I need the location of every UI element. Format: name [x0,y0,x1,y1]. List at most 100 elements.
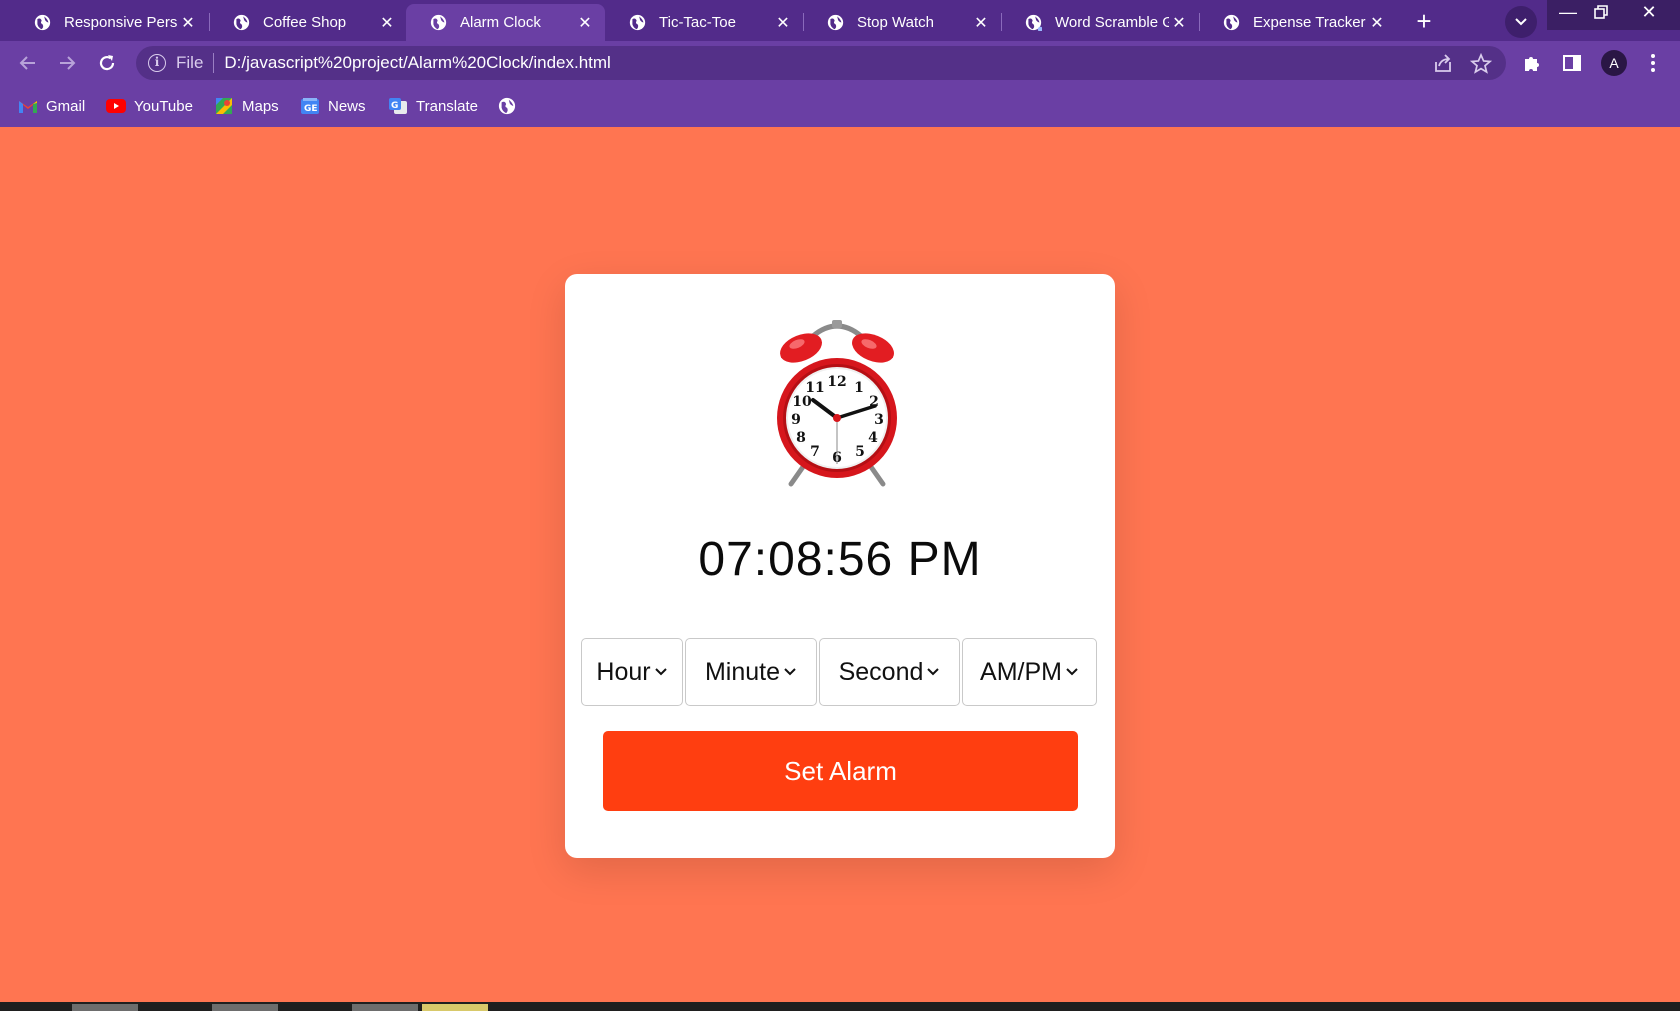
minute-select[interactable]: Minute [685,638,817,706]
svg-text:10: 10 [792,394,812,410]
back-arrow-icon[interactable] [14,49,42,77]
chevron-down-icon [784,668,796,676]
chevron-down-icon [654,668,667,676]
svg-text:7: 7 [810,444,820,460]
news-icon: GE [300,97,320,115]
second-select[interactable]: Second [819,638,960,706]
bookmark-label: YouTube [134,97,193,115]
maps-icon [214,97,234,115]
scheme-label: File [176,53,204,72]
hour-select-value: Hour [596,657,651,686]
bookmark-label: Translate [416,97,478,115]
tab-stop-watch[interactable]: Stop Watch ✕ [803,4,1001,41]
minute-select-value: Minute [704,657,781,686]
youtube-icon [106,97,126,115]
svg-text:5: 5 [855,444,865,460]
site-info-icon[interactable]: i [148,54,166,72]
tab-close-icon[interactable]: ✕ [575,13,595,33]
bookmark-star-icon[interactable] [1470,53,1492,75]
address-divider [213,53,215,73]
svg-text:8: 8 [796,430,806,446]
svg-text:4: 4 [868,430,878,446]
ampm-select-value: AM/PM [980,657,1062,686]
svg-text:11: 11 [805,380,824,396]
tab-coffee-shop[interactable]: Coffee Shop ✕ [209,4,407,41]
globe-icon [497,97,517,115]
svg-text:12: 12 [827,374,846,390]
tab-title: Word Scramble G [1055,14,1169,31]
globe-icon [34,14,51,31]
tab-title: Coffee Shop [263,14,347,31]
globe-icon [1223,14,1240,31]
alarm-time-selectors: Hour Minute Second AM/PM [581,638,1099,706]
extensions-puzzle-icon[interactable] [1519,50,1545,76]
tab-close-icon[interactable]: ✕ [971,13,991,33]
taskbar-item[interactable] [212,1004,278,1011]
tab-strip: Responsive Person ✕ Coffee Shop ✕ Alarm … [0,0,1680,41]
chevron-down-icon [1515,18,1527,26]
address-bar[interactable]: i File D:/javascript%20project/Alarm%20C… [136,46,1506,80]
tab-title: Alarm Clock [460,14,541,31]
close-window-icon[interactable]: ✕ [1628,0,1670,24]
taskbar-item[interactable] [352,1004,418,1011]
gmail-icon [18,97,38,115]
svg-text:G: G [391,101,398,111]
tab-expense-tracker[interactable]: Expense Tracker ✕ [1199,4,1397,41]
tab-title: Stop Watch [857,14,934,31]
second-select-value: Second [838,657,924,686]
side-panel-icon[interactable] [1559,50,1585,76]
bookmark-translate[interactable]: G Translate [388,96,478,116]
globe-icon [233,14,250,31]
bookmark-globe[interactable] [497,96,525,116]
svg-text:9: 9 [791,412,801,428]
globe-icon [827,14,844,31]
bookmark-label: News [328,97,366,115]
tab-search-button[interactable] [1505,6,1537,38]
tab-title: Responsive Person [64,14,178,31]
bookmark-youtube[interactable]: YouTube [106,96,193,116]
new-tab-plus-icon[interactable]: + [1410,8,1438,36]
share-icon[interactable] [1432,53,1454,75]
svg-text:1: 1 [854,380,864,396]
chevron-down-icon [1066,668,1078,676]
menu-kebab-icon[interactable] [1640,50,1666,76]
globe-icon [430,14,447,31]
tab-close-icon[interactable]: ✕ [178,13,198,33]
bookmark-label: Maps [242,97,279,115]
tab-close-icon[interactable]: ✕ [773,13,793,33]
svg-text:GE: GE [304,104,318,114]
forward-arrow-icon[interactable] [53,49,81,77]
tab-tic-tac-toe[interactable]: Tic-Tac-Toe ✕ [605,4,803,41]
restore-icon[interactable] [1580,0,1622,24]
tab-responsive-person[interactable]: Responsive Person ✕ [10,4,208,41]
tab-title: Expense Tracker [1253,14,1366,31]
bookmark-maps[interactable]: Maps [214,96,279,116]
tab-close-icon[interactable]: ✕ [377,13,397,33]
bookmarks-bar: Gmail YouTube Maps GE News G Translate [0,85,1680,127]
bookmark-label: Gmail [46,97,86,115]
tab-close-icon[interactable]: ✕ [1169,13,1189,33]
chevron-down-icon [927,668,940,676]
set-alarm-button[interactable]: Set Alarm [603,731,1078,811]
bookmark-gmail[interactable]: Gmail [18,96,85,116]
tab-close-icon[interactable]: ✕ [1367,13,1387,33]
ampm-select[interactable]: AM/PM [962,638,1097,706]
alarm-clock-icon: 12 1 2 3 4 5 6 7 8 9 10 11 [777,320,897,487]
tab-title: Tic-Tac-Toe [659,14,736,31]
alarm-card: 12 1 2 3 4 5 6 7 8 9 10 11 07:08:56 PM H… [565,274,1115,858]
current-time-display: 07:08:56 PM [698,533,982,586]
bookmark-news[interactable]: GE News [300,96,366,116]
tab-word-scramble[interactable]: Word Scramble G ✕ [1001,4,1199,41]
translate-icon: G [388,97,408,115]
reload-icon[interactable] [93,49,121,77]
browser-toolbar: i File D:/javascript%20project/Alarm%20C… [0,41,1680,85]
url-text[interactable]: D:/javascript%20project/Alarm%20Clock/in… [224,53,610,73]
tab-alarm-clock[interactable]: Alarm Clock ✕ [406,4,605,41]
globe-icon [1025,14,1042,31]
svg-text:3: 3 [874,412,884,428]
globe-icon [629,14,646,31]
hour-select[interactable]: Hour [581,638,683,706]
taskbar-item[interactable] [422,1004,488,1011]
profile-avatar[interactable]: A [1601,50,1627,76]
taskbar-item[interactable] [72,1004,138,1011]
